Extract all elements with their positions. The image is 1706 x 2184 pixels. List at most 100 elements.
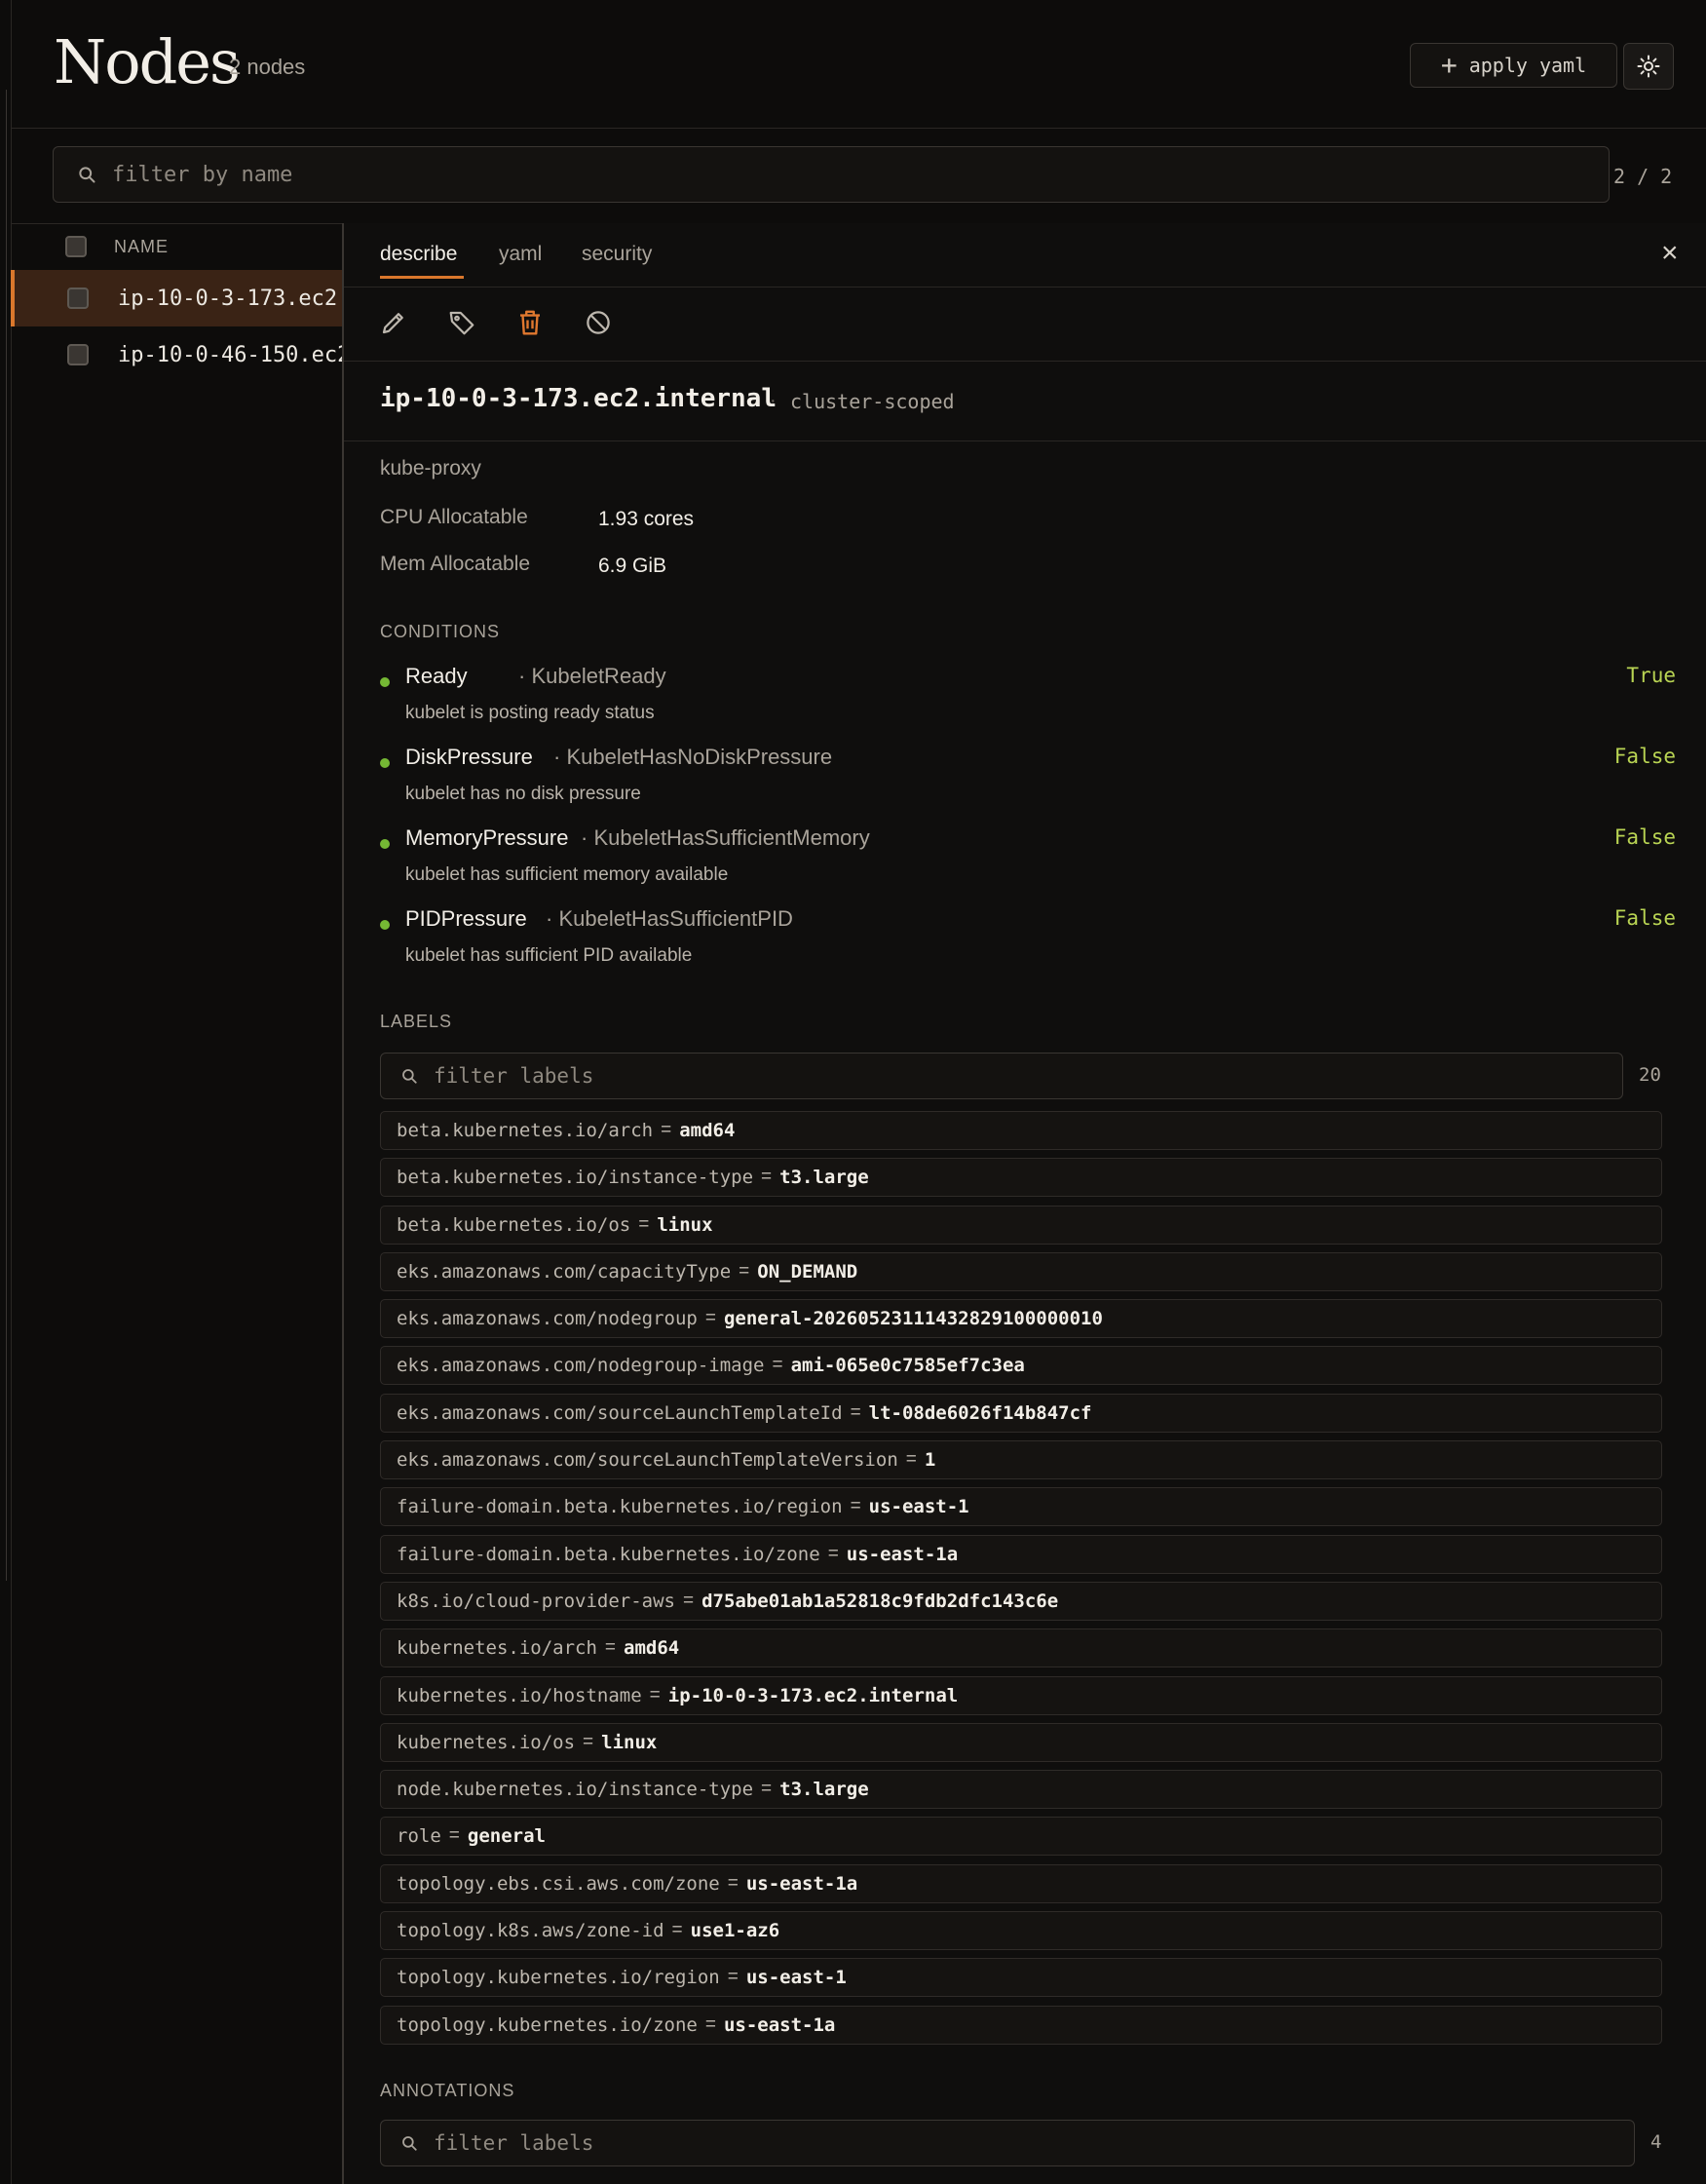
delete-icon[interactable]	[515, 308, 545, 337]
condition-type: PIDPressure	[405, 906, 527, 931]
label-chip: eks.amazonaws.com/sourceLaunchTemplateId…	[380, 1393, 1662, 1433]
label-value: t3.large	[779, 1167, 869, 1189]
label-equals: =	[704, 2013, 716, 2035]
apply-yaml-button[interactable]: + apply yaml	[1410, 43, 1617, 88]
label-equals: =	[850, 1496, 861, 1517]
row-checkbox[interactable]	[67, 287, 89, 309]
search-result-count: 2 / 2	[1613, 165, 1673, 188]
condition-type: DiskPressure	[405, 745, 533, 769]
condition-item: PIDPressure · KubeletHasSufficientPID ku…	[380, 906, 1676, 984]
plus-icon: +	[1440, 49, 1458, 81]
kube-proxy-text: kube-proxy	[380, 457, 481, 479]
edit-icon[interactable]	[379, 308, 408, 337]
search-row: filter by name 2 / 2	[11, 128, 1706, 224]
label-value: us-east-1	[868, 1496, 969, 1518]
label-value: general	[467, 1825, 546, 1848]
status-dot	[380, 677, 390, 687]
label-value: ip-10-0-3-173.ec2.internal	[667, 1684, 959, 1706]
label-value: amd64	[679, 1120, 736, 1141]
search-input[interactable]: filter by name	[53, 146, 1610, 203]
label-value: t3.large	[779, 1779, 869, 1801]
resource-scope: cluster-scoped	[790, 390, 955, 413]
label-chip: failure-domain.beta.kubernetes.io/region…	[380, 1487, 1662, 1527]
action-toolbar	[344, 287, 1706, 362]
label-key: k8s.io/cloud-provider-aws	[397, 1590, 675, 1612]
label-value: ON_DEMAND	[757, 1260, 858, 1283]
cpu-allocatable-value: 1.93 cores	[598, 508, 695, 530]
list-header: NAME	[11, 223, 342, 270]
select-all-checkbox[interactable]	[65, 236, 87, 257]
label-value: us-east-1a	[846, 1543, 959, 1565]
node-row[interactable]: ip-10-0-3-173.ec2.internal	[11, 270, 342, 326]
tag-icon[interactable]	[447, 308, 476, 337]
condition-status: False	[1613, 745, 1676, 768]
label-equals: =	[761, 1779, 773, 1800]
tab-security[interactable]: security	[582, 243, 652, 266]
label-chip: k8s.io/cloud-provider-aws = d75abe01ab1a52…	[380, 1581, 1662, 1621]
status-dot	[380, 839, 390, 849]
cordon-icon[interactable]	[584, 308, 613, 337]
node-count: 2 nodes	[229, 55, 306, 79]
label-equals: =	[727, 1967, 739, 1988]
labels-filter-input[interactable]: filter labels	[380, 1053, 1623, 1099]
label-chip: topology.ebs.csi.aws.com/zone = us-east-1a	[380, 1863, 1662, 1903]
condition-message: kubelet has sufficient PID available	[405, 945, 693, 966]
label-chip: kubernetes.io/arch = amd64	[380, 1628, 1662, 1668]
conditions-heading: CONDITIONS	[380, 622, 501, 641]
annotations-count: 4	[1650, 2131, 1662, 2153]
label-equals: =	[827, 1543, 839, 1564]
label-key: topology.kubernetes.io/region	[397, 1967, 720, 1989]
label-key: topology.k8s.aws/zone-id	[397, 1920, 664, 1942]
condition-reason: · KubeletHasNoDiskPressure	[553, 745, 833, 769]
label-equals: =	[761, 1167, 773, 1188]
row-checkbox[interactable]	[67, 344, 89, 365]
label-chip: beta.kubernetes.io/arch = amd64	[380, 1111, 1662, 1150]
page-title: Nodes	[54, 26, 241, 97]
label-value: lt-08de6026f14b847cf	[868, 1401, 1092, 1424]
tab-yaml[interactable]: yaml	[499, 243, 542, 266]
labels-count: 20	[1639, 1064, 1661, 1086]
mem-allocatable-value: 6.9 GiB	[598, 555, 667, 577]
tab-describe[interactable]: describe	[380, 243, 457, 266]
search-icon	[79, 167, 95, 183]
label-equals: =	[583, 1731, 594, 1752]
detail-tabs: describe yaml security ×	[344, 223, 1706, 287]
label-chip: node.kubernetes.io/instance-type = t3.larg…	[380, 1770, 1662, 1810]
label-equals: =	[682, 1590, 695, 1611]
label-key: role	[397, 1825, 441, 1848]
node-list: NAME ip-10-0-3-173.ec2.internal ip-10-0-…	[11, 223, 342, 2184]
label-equals: =	[649, 1684, 661, 1705]
label-equals: =	[448, 1825, 460, 1847]
close-icon[interactable]: ×	[1661, 237, 1679, 270]
label-equals: =	[850, 1401, 861, 1423]
status-dot	[380, 920, 390, 930]
apply-yaml-label: apply yaml	[1468, 54, 1587, 77]
condition-status: False	[1613, 906, 1676, 930]
label-equals: =	[638, 1213, 650, 1235]
label-equals: =	[772, 1355, 783, 1376]
label-key: kubernetes.io/arch	[397, 1637, 597, 1660]
label-chip: kubernetes.io/hostname = ip-10-0-3-173.ec2…	[380, 1675, 1662, 1715]
label-value: amd64	[624, 1637, 680, 1660]
theme-toggle-button[interactable]	[1623, 43, 1674, 90]
label-key: node.kubernetes.io/instance-type	[397, 1779, 754, 1801]
labels-filter-placeholder: filter labels	[434, 1064, 594, 1088]
label-value: general-20260523111432829100000010	[723, 1308, 1103, 1330]
node-row[interactable]: ip-10-0-46-150.ec2.internal	[11, 326, 342, 383]
page-header: Nodes 2 nodes + apply yaml	[11, 0, 1706, 129]
label-key: failure-domain.beta.kubernetes.io/region	[397, 1496, 843, 1518]
label-value: use1-az6	[690, 1920, 780, 1942]
label-key: beta.kubernetes.io/os	[397, 1213, 631, 1236]
label-value: us-east-1a	[745, 1872, 858, 1895]
active-tab-indicator	[380, 276, 464, 279]
condition-message: kubelet has no disk pressure	[405, 784, 641, 804]
annotations-heading: ANNOTATIONS	[380, 2081, 515, 2100]
label-value: us-east-1	[745, 1967, 847, 1989]
resource-titlebar: ip-10-0-3-173.ec2.internal · cluster-sco…	[344, 361, 1706, 441]
annotations-filter-input[interactable]: filter labels	[380, 2120, 1635, 2166]
label-equals: =	[671, 1920, 683, 1941]
label-chip: beta.kubernetes.io/instance-type = t3.larg…	[380, 1158, 1662, 1198]
mem-allocatable-label: Mem Allocatable	[380, 553, 531, 575]
label-key: eks.amazonaws.com/capacityType	[397, 1260, 732, 1283]
separator-dot: ·	[770, 390, 777, 411]
